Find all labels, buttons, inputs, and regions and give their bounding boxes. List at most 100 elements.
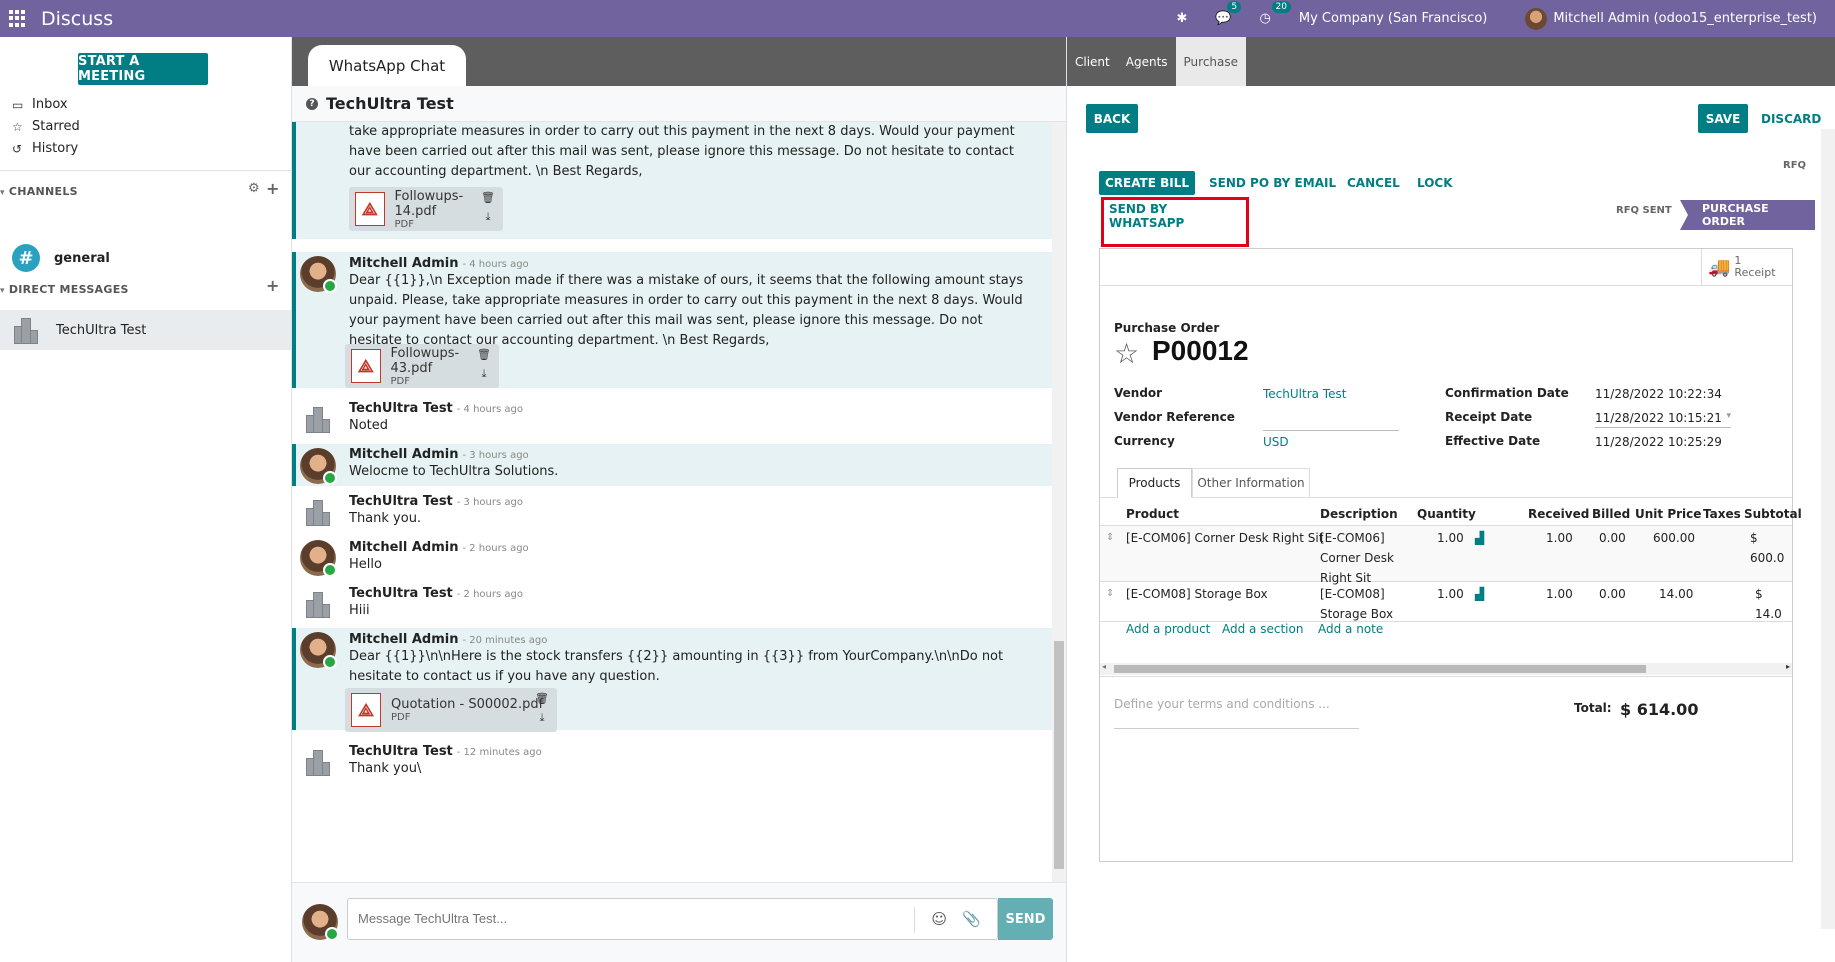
line-quantity[interactable]: 1.00: [1437, 584, 1464, 604]
line-billed[interactable]: 0.00: [1599, 584, 1626, 604]
column-description[interactable]: Description: [1320, 507, 1398, 521]
discard-button[interactable]: DISCARD: [1761, 104, 1821, 133]
download-icon[interactable]: ⤓: [540, 711, 545, 725]
download-icon[interactable]: ⤓: [486, 210, 491, 224]
table-horizontal-scrollbar[interactable]: ◂ ▸: [1100, 662, 1792, 675]
attachment[interactable]: ⟁ Followups-14.pdf PDF 🗑 ⤓: [349, 187, 503, 231]
line-product[interactable]: [E-COM08] Storage Box: [1126, 584, 1268, 604]
tab-other-information[interactable]: Other Information: [1192, 468, 1310, 498]
message-author[interactable]: Mitchell Admin: [349, 540, 458, 555]
tab-purchase[interactable]: Purchase: [1175, 37, 1247, 86]
attachment[interactable]: ⟁ Followups-43.pdf PDF 🗑 ⤓: [345, 344, 499, 388]
column-taxes[interactable]: Taxes: [1703, 507, 1741, 521]
message-author[interactable]: TechUltra Test: [349, 401, 453, 416]
back-button[interactable]: BACK: [1086, 104, 1138, 133]
dm-techultra-test[interactable]: TechUltra Test: [0, 310, 291, 350]
drag-handle-icon[interactable]: ⇕: [1106, 584, 1114, 604]
question-icon[interactable]: ?: [306, 97, 318, 110]
column-unit-price[interactable]: Unit Price: [1635, 507, 1701, 521]
download-icon[interactable]: ⤓: [482, 367, 487, 381]
column-received[interactable]: Received: [1528, 507, 1589, 521]
line-quantity[interactable]: 1.00: [1437, 528, 1464, 548]
line-description[interactable]: [E-COM06] Corner Desk Right Sit: [1320, 528, 1394, 588]
send-po-email-button[interactable]: SEND PO BY EMAIL: [1209, 171, 1336, 195]
attachment[interactable]: ⟁ Quotation - S00002.pdf PDF 🗑 ⤓: [345, 688, 557, 732]
bug-icon[interactable]: ✱: [1176, 11, 1187, 26]
vendor-link[interactable]: TechUltra Test: [1263, 387, 1346, 401]
add-direct-message-icon[interactable]: +: [266, 276, 279, 295]
channel-general[interactable]: # general: [12, 244, 110, 272]
mailbox-history[interactable]: ↺ History: [12, 141, 78, 156]
column-billed[interactable]: Billed: [1592, 507, 1630, 521]
mailbox-inbox[interactable]: ▭ Inbox: [12, 97, 68, 112]
line-billed[interactable]: 0.00: [1599, 528, 1626, 548]
message-author[interactable]: Mitchell Admin: [349, 256, 458, 271]
drag-handle-icon[interactable]: ⇕: [1106, 528, 1114, 548]
tab-client[interactable]: Client: [1067, 37, 1118, 86]
channels-section-title[interactable]: ▾ CHANNELS: [0, 185, 78, 198]
tab-agents[interactable]: Agents: [1118, 37, 1176, 86]
mailbox-starred[interactable]: ☆ Starred: [12, 119, 80, 134]
line-received[interactable]: 1.00: [1546, 584, 1573, 604]
delete-icon[interactable]: 🗑: [477, 348, 491, 361]
panel-scrollbar[interactable]: [1821, 129, 1835, 929]
add-channel-icon[interactable]: +: [266, 179, 279, 198]
receipt-smart-button[interactable]: 🚚 1 Receipt: [1701, 249, 1776, 285]
delete-icon[interactable]: 🗑: [481, 191, 495, 204]
line-unit-price[interactable]: 600.00: [1653, 528, 1695, 548]
lock-button[interactable]: LOCK: [1417, 171, 1453, 195]
tab-products[interactable]: Products: [1117, 468, 1192, 498]
scrollbar-thumb[interactable]: [1114, 665, 1646, 673]
mitchell-avatar: [300, 256, 337, 293]
scrollbar-thumb[interactable]: [1054, 641, 1064, 869]
stage-rfq[interactable]: RFQ: [1783, 150, 1806, 180]
vendor-ref-input[interactable]: [1263, 423, 1399, 431]
message-author[interactable]: Mitchell Admin: [349, 632, 458, 647]
forecast-chart-icon[interactable]: ▟: [1475, 584, 1484, 604]
emoji-icon[interactable]: ☺: [931, 910, 947, 928]
scroll-left-icon[interactable]: ◂: [1102, 662, 1106, 671]
thread-scrollbar[interactable]: [1052, 122, 1066, 882]
scroll-right-icon[interactable]: ▸: [1786, 662, 1790, 671]
activities-icon[interactable]: ◷ 20: [1260, 1, 1291, 26]
column-quantity[interactable]: Quantity: [1417, 507, 1476, 521]
currency-link[interactable]: USD: [1263, 435, 1289, 449]
direct-messages-section-title[interactable]: ▾ DIRECT MESSAGES: [0, 283, 129, 296]
chat-notifications-icon[interactable]: 💬 5: [1215, 1, 1242, 26]
message-author[interactable]: TechUltra Test: [349, 494, 453, 509]
message-author[interactable]: TechUltra Test: [349, 586, 453, 601]
line-product[interactable]: [E-COM06] Corner Desk Right Sit: [1126, 528, 1323, 548]
forecast-chart-icon[interactable]: ▟: [1475, 528, 1484, 548]
user-menu[interactable]: Mitchell Admin (odoo15_enterprise_test): [1525, 7, 1817, 30]
mitchell-avatar: [300, 540, 337, 577]
message-thread[interactable]: take appropriate measures in order to ca…: [292, 122, 1052, 882]
star-favorite-icon[interactable]: ☆: [1114, 337, 1139, 370]
create-bill-button[interactable]: CREATE BILL: [1099, 171, 1195, 195]
doc-name: P00012: [1152, 335, 1249, 366]
column-product[interactable]: Product: [1126, 507, 1179, 521]
delete-icon[interactable]: 🗑: [535, 692, 549, 705]
message-author[interactable]: Mitchell Admin: [349, 447, 458, 462]
add-product-link[interactable]: Add a product: [1126, 622, 1210, 636]
send-button[interactable]: SEND: [998, 898, 1053, 940]
line-description[interactable]: [E-COM08] Storage Box: [1320, 584, 1393, 624]
cancel-button[interactable]: CANCEL: [1347, 171, 1400, 195]
apps-menu-icon[interactable]: [9, 9, 27, 28]
column-subtotal[interactable]: Subtotal: [1744, 507, 1802, 521]
channel-settings-icon[interactable]: ⚙: [248, 181, 260, 196]
paperclip-icon[interactable]: 📎: [962, 910, 981, 928]
save-button[interactable]: SAVE: [1698, 104, 1748, 133]
start-meeting-button[interactable]: START A MEETING: [78, 53, 208, 85]
stage-purchase-order[interactable]: PURCHASE ORDER: [1680, 200, 1815, 230]
company-switcher[interactable]: My Company (San Francisco): [1299, 11, 1487, 26]
receipt-date-input[interactable]: 11/28/2022 10:15:21 ▾: [1595, 411, 1731, 428]
message-author[interactable]: TechUltra Test: [349, 744, 453, 759]
line-unit-price[interactable]: 14.00: [1659, 584, 1693, 604]
add-note-link[interactable]: Add a note: [1318, 622, 1383, 636]
stage-rfq-sent[interactable]: RFQ SENT: [1616, 195, 1672, 225]
line-received[interactable]: 1.00: [1546, 528, 1573, 548]
add-section-link[interactable]: Add a section: [1222, 622, 1303, 636]
terms-input[interactable]: Define your terms and conditions ...: [1114, 697, 1359, 729]
tab-whatsapp-chat[interactable]: WhatsApp Chat: [308, 45, 466, 86]
message-input[interactable]: [358, 911, 918, 926]
